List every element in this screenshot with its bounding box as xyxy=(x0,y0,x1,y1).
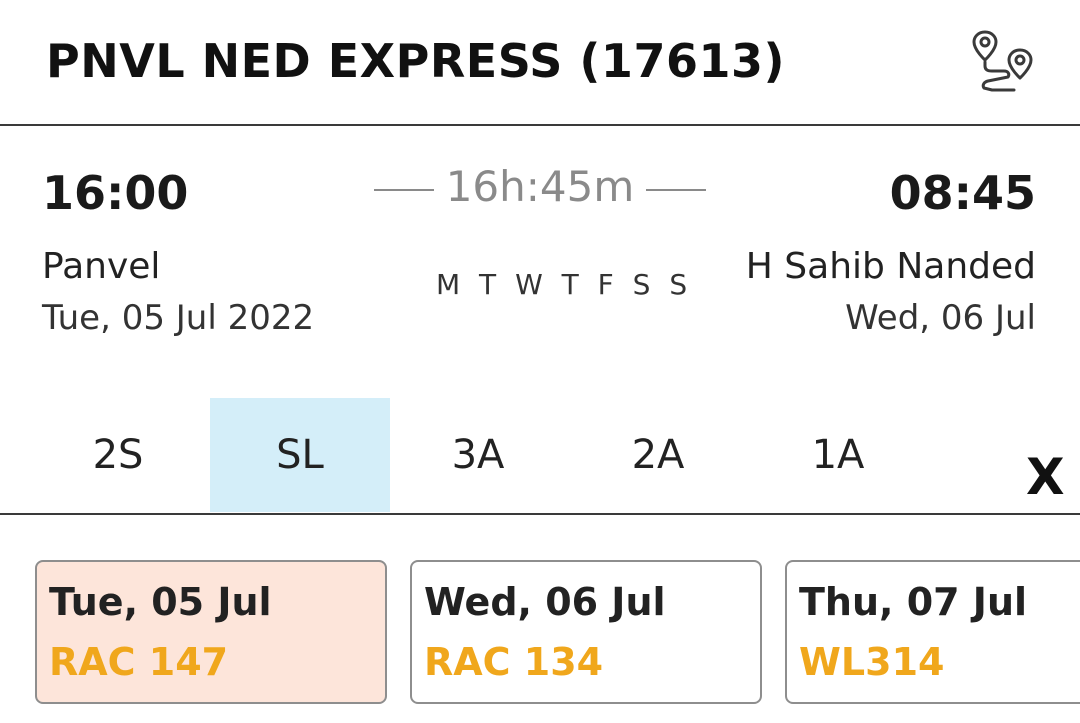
arrival-date: Wed, 06 Jul xyxy=(845,298,1036,338)
availability-status: RAC 147 xyxy=(49,640,229,684)
availability-status: WL314 xyxy=(799,640,945,684)
app-header: PNVL NED EXPRESS (17613) xyxy=(0,0,1080,126)
availability-date: Thu, 07 Jul xyxy=(799,580,1028,624)
arrival-time: 08:45 xyxy=(889,166,1036,220)
duration-indicator: 16h:45m xyxy=(374,162,706,212)
availability-card[interactable]: Thu, 07 Jul WL314 xyxy=(785,560,1080,704)
class-tab-2s[interactable]: 2S xyxy=(28,398,208,512)
close-button[interactable]: X xyxy=(1026,448,1065,506)
class-selector: 2S SL 3A 2A 1A X xyxy=(0,398,1080,515)
departure-date: Tue, 05 Jul 2022 xyxy=(42,298,315,338)
journey-duration: 16h:45m xyxy=(445,162,635,211)
train-title: PNVL NED EXPRESS (17613) xyxy=(46,34,785,88)
running-days: M T W T F S S xyxy=(436,268,693,301)
availability-date: Tue, 05 Jul xyxy=(49,580,272,624)
availability-status: RAC 134 xyxy=(424,640,604,684)
class-tab-1a[interactable]: 1A xyxy=(748,398,928,512)
class-tab-3a[interactable]: 3A xyxy=(388,398,568,512)
duration-divider xyxy=(646,189,706,191)
class-tab-2a[interactable]: 2A xyxy=(568,398,748,512)
route-map-pin-icon[interactable] xyxy=(968,28,1040,100)
availability-card[interactable]: Tue, 05 Jul RAC 147 xyxy=(35,560,387,704)
arrival-station: H Sahib Nanded xyxy=(745,246,1036,287)
class-tab-sl[interactable]: SL xyxy=(210,398,390,512)
journey-summary: 16:00 16h:45m 08:45 Panvel H Sahib Nande… xyxy=(0,128,1080,378)
departure-time: 16:00 xyxy=(42,166,189,220)
availability-list: Tue, 05 Jul RAC 147 Wed, 06 Jul RAC 134 … xyxy=(0,560,1080,723)
departure-station: Panvel xyxy=(42,246,161,287)
availability-card[interactable]: Wed, 06 Jul RAC 134 xyxy=(410,560,762,704)
availability-date: Wed, 06 Jul xyxy=(424,580,666,624)
